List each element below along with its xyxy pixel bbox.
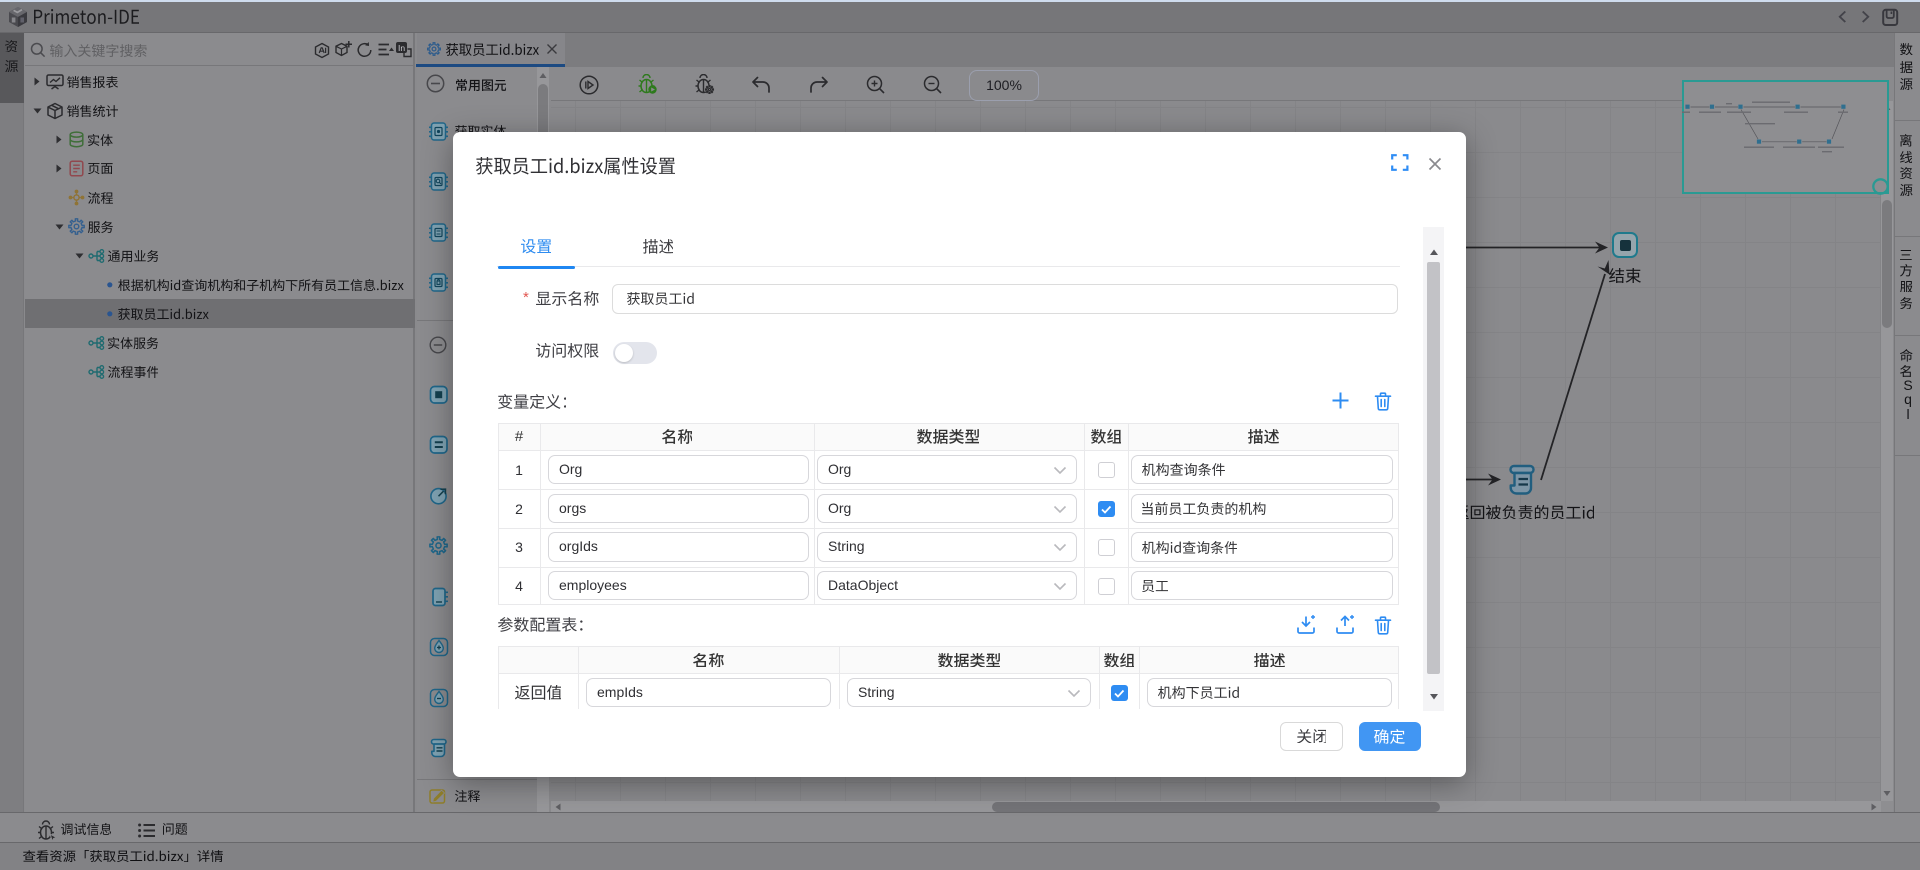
svg-text:In: In (398, 43, 405, 53)
